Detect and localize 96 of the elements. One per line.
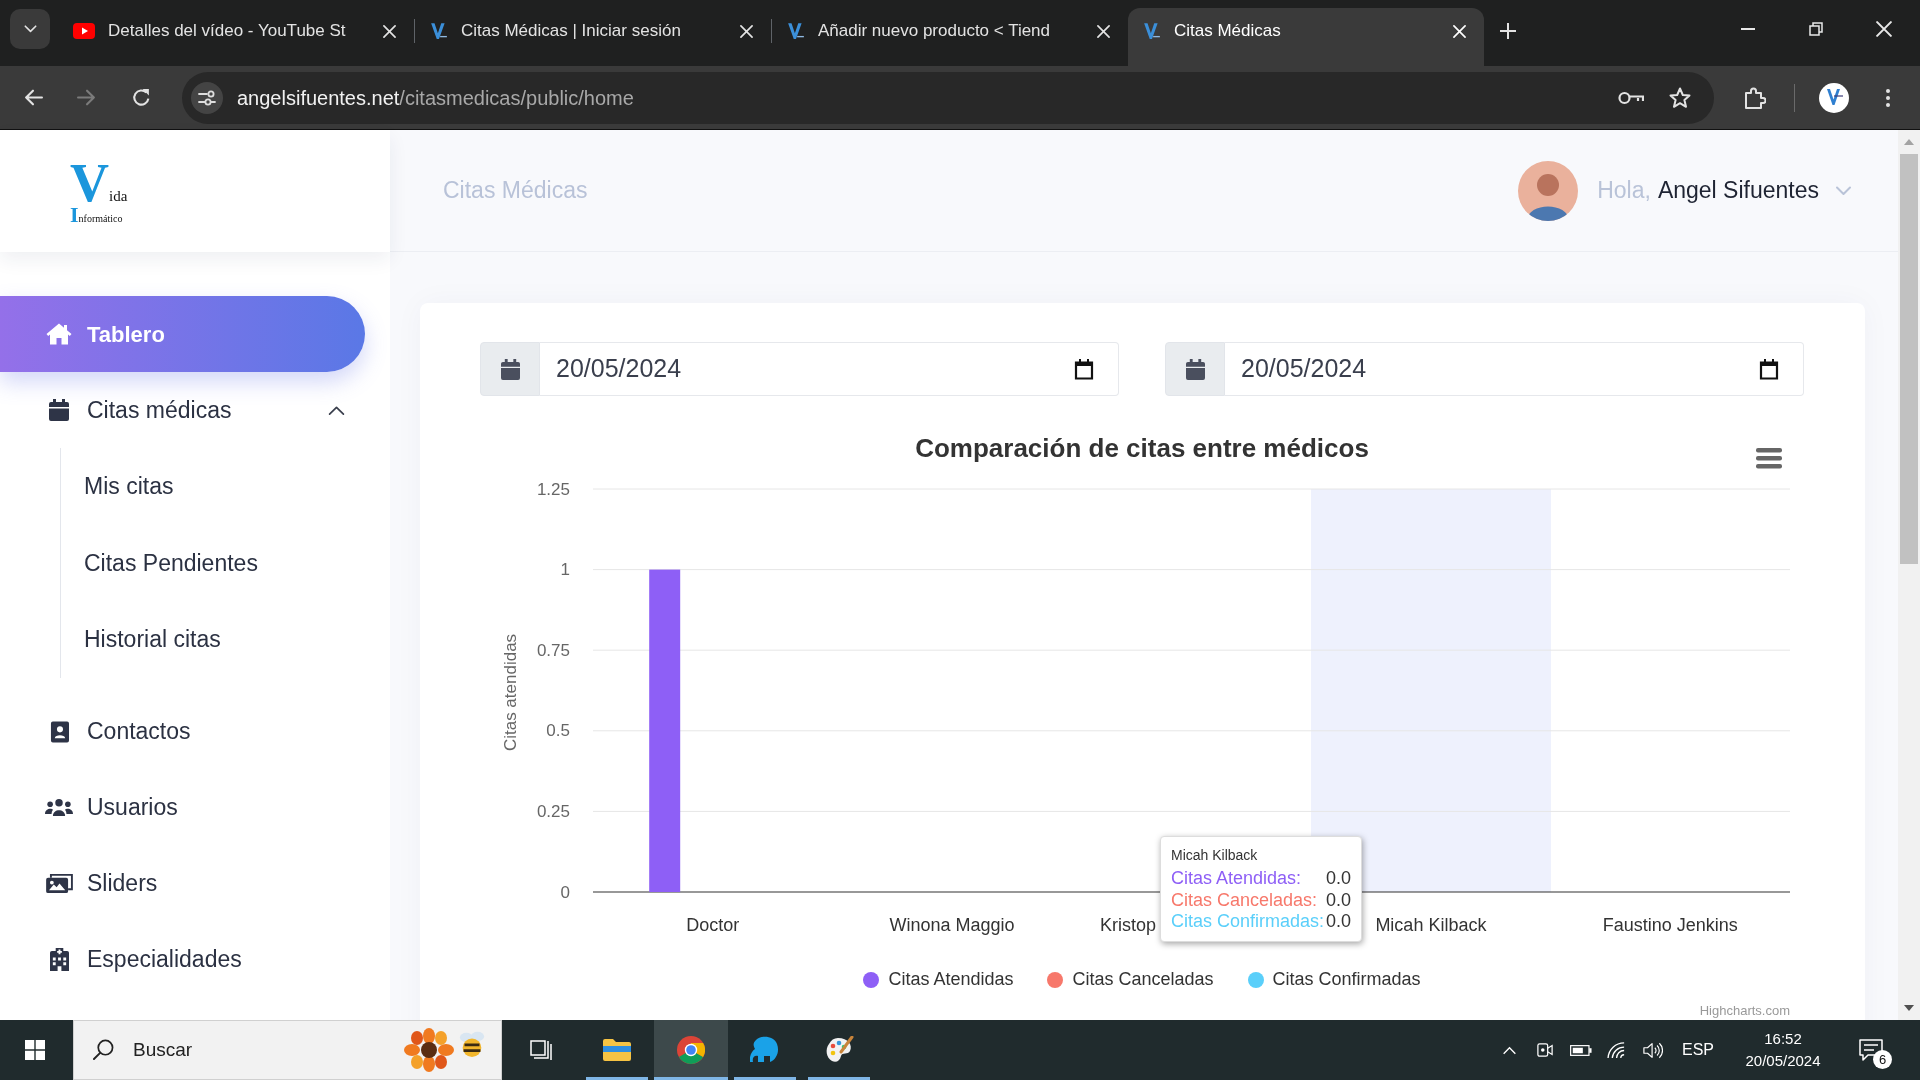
tooltip-label: Citas Canceladas: (1171, 889, 1319, 912)
chevron-down-icon (1835, 185, 1852, 196)
logo-icon (1143, 22, 1161, 40)
sidebar-item[interactable]: Usuarios (0, 769, 365, 846)
chart-title: Comparación de citas entre médicos (915, 433, 1369, 463)
reload-icon[interactable] (132, 88, 151, 107)
close-icon[interactable] (1876, 21, 1892, 37)
home-icon (46, 323, 72, 345)
user-menu-button[interactable]: Hola, Angel Sifuentes (1518, 160, 1852, 221)
browser-tab[interactable]: Detalles del vídeo - YouTube St (58, 8, 414, 66)
calendar-icon (49, 399, 69, 421)
date-field[interactable]: 20/05/2024 (540, 342, 1119, 396)
menu-icon[interactable] (1756, 448, 1782, 469)
palette-icon (824, 1036, 854, 1064)
puzzle-icon[interactable] (1744, 86, 1766, 109)
axis-label: 0.25 (536, 801, 570, 821)
browser-tab[interactable]: Citas Médicas (1128, 8, 1484, 66)
task-view-icon (530, 1040, 552, 1060)
clock-time[interactable]: 16:52 (1764, 1028, 1802, 1050)
elephant-icon (750, 1036, 780, 1064)
browser-tab[interactable]: Añadir nuevo producto < Tiend (772, 8, 1128, 66)
tooltip-value: 0.0 (1325, 868, 1352, 890)
key-icon[interactable] (1618, 90, 1644, 105)
scroll-down-icon[interactable] (1904, 1005, 1914, 1011)
sidebar-item[interactable]: Citas médicas (0, 372, 365, 448)
building-icon (49, 948, 69, 971)
calendar-icon (1185, 358, 1205, 380)
profile-icon[interactable] (1819, 82, 1849, 113)
scrollbar-thumb[interactable] (1900, 154, 1918, 564)
play-icon (73, 23, 95, 39)
browser-tab[interactable]: Citas Médicas | Iniciar sesión (415, 8, 771, 66)
more-icon[interactable] (1886, 88, 1890, 107)
logo-icon (787, 22, 805, 40)
browser-icon (677, 1036, 705, 1064)
windows-icon (25, 1040, 45, 1060)
page-title: Citas Médicas (443, 176, 588, 206)
camera-icon[interactable] (1537, 1041, 1553, 1059)
search-field[interactable]: Buscar (73, 1020, 502, 1080)
logo-subtitle: Informático (70, 204, 124, 226)
address-book-icon (49, 720, 69, 743)
tooltip-value: 0.0 (1325, 911, 1352, 933)
forward-icon[interactable] (77, 89, 96, 106)
tooltip-label: Citas Confirmadas: (1171, 911, 1325, 933)
tooltip-value: 0.0 (1325, 889, 1352, 912)
scrollbar-track[interactable] (1898, 130, 1920, 1020)
calendar-icon (500, 358, 520, 380)
close-icon[interactable] (383, 24, 396, 38)
submenu-item[interactable]: Historial citas (61, 601, 390, 678)
bee-icon (458, 1030, 486, 1058)
legend-item[interactable]: Citas Confirmadas (1247, 966, 1421, 993)
axis-label: Faustino Jenkins (1602, 915, 1738, 935)
tab-list-button[interactable] (10, 9, 50, 49)
calendar-picker-icon[interactable] (1074, 358, 1094, 380)
sidebar-item[interactable]: Tablero (0, 296, 365, 372)
close-icon[interactable] (1097, 24, 1110, 38)
folder-icon (603, 1039, 631, 1061)
submenu-item[interactable]: Mis citas (61, 448, 390, 525)
star-icon[interactable] (1669, 86, 1691, 109)
plus-icon[interactable] (1500, 23, 1516, 39)
sidebar-item[interactable]: Especialidades (0, 921, 365, 998)
axis-label: Kristop (1099, 915, 1156, 935)
search-icon (93, 1039, 114, 1060)
axis-label: 0.5 (546, 721, 570, 741)
legend-item[interactable]: Citas Atendidas (863, 966, 1014, 993)
site-settings-icon[interactable] (191, 81, 223, 114)
axis-label: 0.75 (536, 640, 570, 660)
close-icon[interactable] (740, 24, 753, 38)
calendar-picker-icon[interactable] (1759, 358, 1779, 380)
clock-date[interactable]: 20/05/2024 (1745, 1050, 1821, 1072)
axis-label: 1.25 (536, 479, 570, 499)
flower-icon (404, 1028, 454, 1072)
tooltip-title: Micah Kilback (1171, 846, 1259, 865)
notification-count: 6 (1873, 1050, 1892, 1069)
chevron-down-icon (23, 25, 37, 33)
axis-label: 0 (560, 882, 570, 902)
legend-item[interactable]: Citas Canceladas (1047, 966, 1214, 993)
tooltip-label: Citas Atendidas: (1171, 868, 1303, 890)
submenu-item[interactable]: Citas Pendientes (61, 524, 390, 601)
axis-title: Citas atendidas (500, 633, 520, 752)
logo-icon (430, 22, 448, 40)
language-indicator[interactable]: ESP (1682, 1038, 1714, 1062)
back-icon[interactable] (24, 89, 43, 106)
chevron-up-icon[interactable] (328, 404, 345, 416)
address-bar[interactable]: angelsifuentes.net/citasmedicas/public/home (182, 71, 1714, 124)
volume-icon[interactable] (1643, 1041, 1663, 1059)
axis-label: Winona Maggio (889, 915, 1015, 935)
battery-icon[interactable] (1570, 1044, 1592, 1056)
restore-icon[interactable] (1809, 22, 1823, 36)
images-icon (45, 873, 73, 894)
axis-label: 1 (560, 560, 570, 580)
users-icon (45, 798, 73, 817)
axis-label: Doctor (686, 915, 740, 935)
sidebar-item[interactable]: Sliders (0, 845, 365, 922)
date-field[interactable]: 20/05/2024 (1225, 342, 1804, 396)
axis-label: Micah Kilback (1375, 915, 1487, 935)
sidebar-item[interactable]: Contactos (0, 693, 365, 770)
